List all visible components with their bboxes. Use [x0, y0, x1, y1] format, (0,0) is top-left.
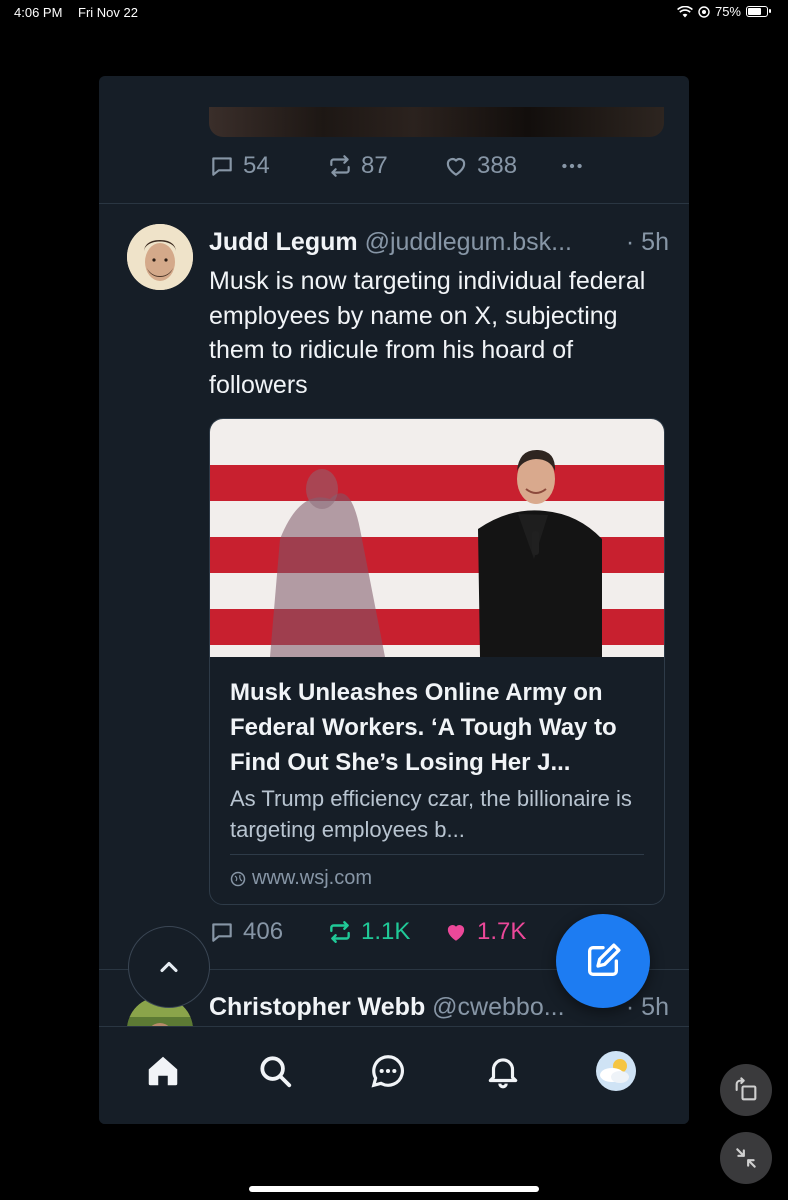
status-time: 4:06 PM	[14, 5, 63, 20]
status-date: Fri Nov 22	[78, 5, 138, 20]
tab-search[interactable]	[253, 1049, 297, 1093]
scroll-to-top-button[interactable]	[128, 926, 210, 1008]
tab-notifications[interactable]	[481, 1049, 525, 1093]
author-handle[interactable]: @juddlegum.bsk...	[365, 228, 572, 256]
author-photo	[127, 224, 193, 290]
battery-percent: 75%	[714, 4, 741, 19]
repost-button[interactable]: 1.1K	[327, 918, 443, 946]
minimize-button[interactable]	[720, 1132, 772, 1184]
post-divider	[99, 203, 689, 204]
search-icon	[260, 1056, 292, 1088]
avatar	[596, 1051, 636, 1091]
more-options-button[interactable]	[559, 153, 585, 179]
tab-home[interactable]	[141, 1049, 185, 1093]
author-name[interactable]: Christopher Webb	[209, 993, 425, 1021]
status-bar: 4:06 PM Fri Nov 22 75%	[0, 0, 788, 26]
link-card[interactable]: Musk Unleashes Online Army on Federal Wo…	[209, 418, 665, 905]
link-card-domain: www.wsj.com	[252, 867, 373, 889]
like-count: 388	[477, 152, 518, 179]
collapse-arrows-icon	[736, 1148, 756, 1168]
link-card-divider	[230, 854, 644, 855]
rotate-icon	[735, 1077, 757, 1101]
post-time: · 5h	[625, 228, 669, 256]
feed[interactable]: 54 87 388 Judd Legum @juddlegum.bsk... ·…	[99, 76, 689, 1026]
compose-button[interactable]	[556, 914, 650, 1008]
battery-icon	[746, 6, 771, 17]
reply-count: 54	[243, 152, 270, 179]
post-text: Musk is now targeting individual federal…	[209, 267, 646, 399]
heart-icon	[446, 157, 466, 176]
repost-count: 1.1K	[361, 918, 411, 945]
home-indicator[interactable]	[249, 1186, 539, 1192]
repost-icon	[330, 921, 350, 943]
author-handle[interactable]: @cwebbo...	[432, 993, 564, 1021]
link-card-image	[210, 419, 664, 657]
like-button[interactable]: 1.7K	[443, 918, 559, 946]
repost-icon	[330, 155, 350, 177]
bell-icon	[488, 1058, 518, 1089]
reply-button[interactable]: 406	[209, 918, 327, 946]
repost-button[interactable]: 87	[327, 152, 443, 180]
like-button[interactable]: 388	[443, 152, 559, 180]
ellipsis-icon	[562, 163, 582, 169]
link-card-url: www.wsj.com	[230, 867, 372, 890]
tab-bar	[99, 1026, 689, 1124]
status-right: 75%	[677, 4, 771, 19]
link-card-description: As Trump efficiency czar, the billionair…	[230, 786, 632, 842]
reply-button[interactable]: 54	[209, 152, 327, 180]
tab-profile[interactable]	[594, 1049, 638, 1093]
repost-count: 87	[361, 152, 388, 179]
link-card-title: Musk Unleashes Online Army on Federal Wo…	[230, 679, 617, 776]
avatar[interactable]	[127, 224, 193, 290]
reply-icon	[212, 157, 232, 176]
like-count: 1.7K	[477, 918, 527, 945]
rotate-button[interactable]	[720, 1064, 772, 1116]
home-icon	[148, 1056, 178, 1086]
heart-icon	[447, 925, 465, 941]
location-lock-icon	[698, 5, 710, 18]
globe-icon	[230, 871, 246, 886]
post-header: Judd Legum @juddlegum.bsk... · 5h	[209, 228, 669, 257]
post-actions: 406 1.1K 1.7K	[209, 918, 559, 946]
chevron-up-icon	[160, 961, 178, 973]
reply-count: 406	[243, 918, 284, 945]
previous-post-actions: 54 87 388	[209, 152, 585, 180]
wifi-icon	[677, 5, 693, 17]
reply-icon	[212, 923, 232, 942]
chat-icon	[371, 1055, 404, 1088]
compose-icon	[588, 943, 621, 976]
previous-post-image[interactable]	[209, 107, 664, 137]
app-window: 54 87 388 Judd Legum @juddlegum.bsk... ·…	[99, 76, 689, 1124]
author-name[interactable]: Judd Legum	[209, 228, 358, 256]
tab-chat[interactable]	[366, 1049, 410, 1093]
